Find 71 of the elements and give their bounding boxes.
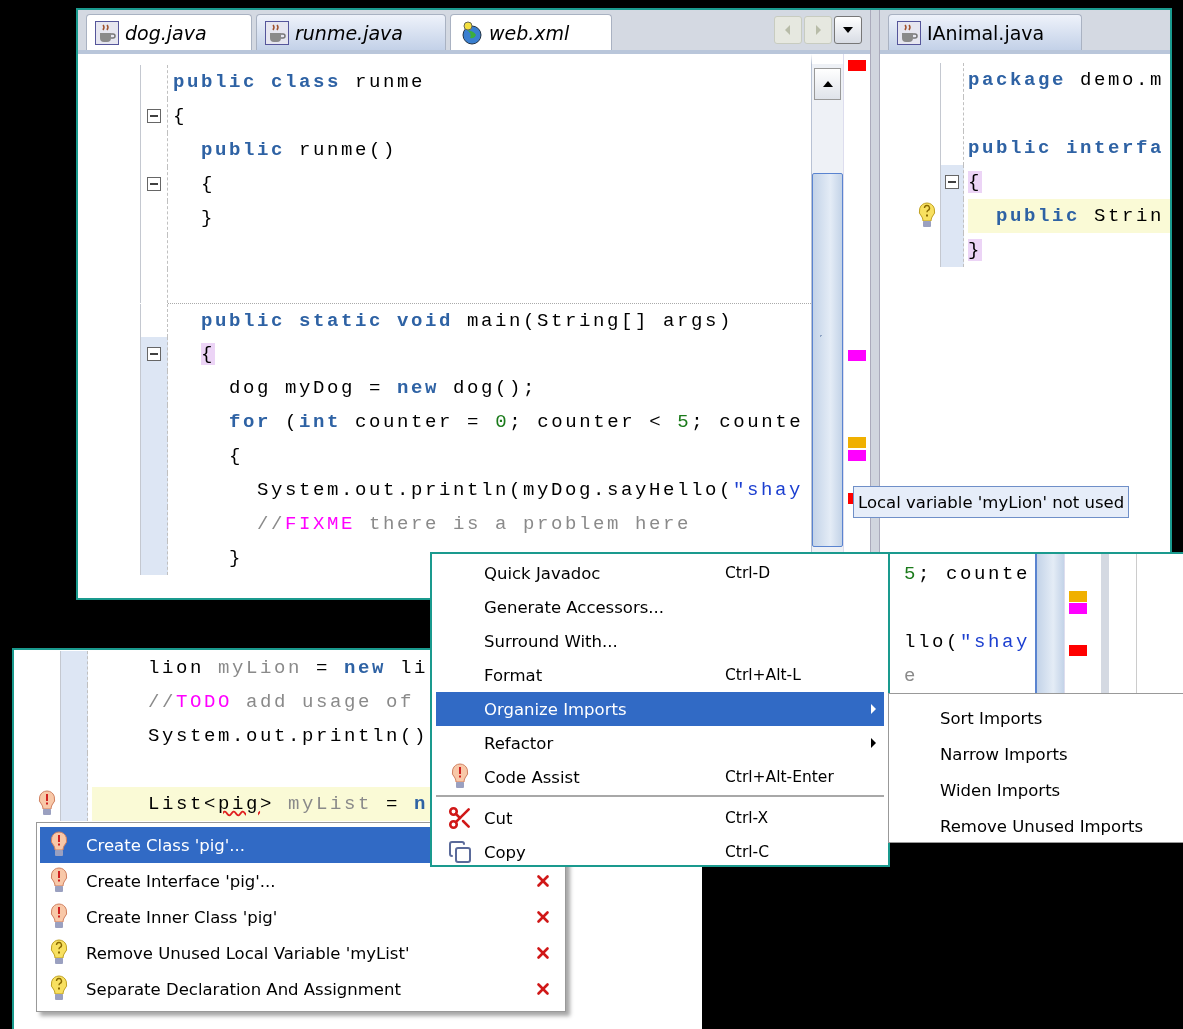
scrollbar-thumb[interactable]	[812, 173, 843, 547]
code-line: for (int counter = 0; counter < 5; counte	[228, 410, 804, 435]
editor-tab[interactable]: IAnimal.java	[888, 14, 1082, 50]
coffee-cup-icon	[897, 20, 921, 45]
error-stripe-marker[interactable]	[1069, 591, 1087, 602]
editor-tab[interactable]: web.xml	[450, 14, 612, 50]
lightbulb-icon[interactable]	[50, 867, 68, 895]
menu-item[interactable]: Code Assist Ctrl+Alt-Enter	[436, 760, 884, 794]
error-stripe-marker[interactable]	[848, 437, 866, 448]
cross-icon[interactable]	[534, 872, 552, 890]
error-stripe-marker[interactable]	[848, 450, 866, 461]
code-line: llo("shay	[904, 630, 1031, 655]
code-line: {	[228, 444, 244, 469]
lightbulb-icon[interactable]	[50, 903, 68, 931]
menu-item[interactable]: Format Ctrl+Alt-L	[436, 658, 884, 692]
globe-icon	[459, 20, 483, 45]
code-line: //TODO add usage of	[147, 690, 415, 715]
code-line: public static void main(String[] args)	[200, 309, 734, 334]
menu-item[interactable]: Organize Imports	[436, 692, 884, 726]
cross-icon[interactable]	[534, 980, 552, 998]
code-line: dog myDog = new dog();	[228, 376, 538, 401]
menu-item[interactable]: Widen Imports	[889, 772, 1183, 808]
error-stripe-marker[interactable]	[848, 60, 866, 71]
menu-item[interactable]: Quick Javadoc Ctrl-D	[436, 556, 884, 590]
fold-toggle-icon[interactable]	[147, 177, 161, 191]
coffee-cup-icon	[265, 20, 289, 45]
menu-item[interactable]: Remove Unused Imports	[889, 808, 1183, 844]
menu-item[interactable]: Sort Imports	[889, 700, 1183, 736]
lightbulb-icon[interactable]	[918, 202, 936, 230]
code-line: e	[904, 664, 918, 689]
editor-tab[interactable]: runme.java	[256, 14, 446, 50]
menu-item[interactable]: Narrow Imports	[889, 736, 1183, 772]
editor-tab[interactable]: dog.java	[86, 14, 252, 50]
code-line: lion myLion = new li	[147, 656, 429, 681]
menu-item[interactable]: Refactor	[436, 726, 884, 760]
code-line: {	[173, 104, 187, 129]
cross-icon[interactable]	[534, 908, 552, 926]
code-line: {	[200, 172, 216, 197]
code-line: package demo.m	[968, 68, 1165, 93]
error-stripe-marker[interactable]	[1069, 645, 1087, 656]
lightbulb-icon[interactable]	[50, 831, 68, 859]
code-line: System.out.println(myDog.sayHello("shay	[256, 478, 804, 503]
lightbulb-icon[interactable]	[451, 763, 469, 791]
code-line: public class runme	[173, 70, 426, 95]
coffee-cup-icon	[95, 20, 119, 45]
fold-toggle-icon[interactable]	[945, 175, 959, 189]
menu-item[interactable]: Surround With...	[436, 624, 884, 658]
code-line: //FIXME there is a problem here	[256, 512, 692, 537]
fold-toggle-icon[interactable]	[147, 347, 161, 361]
scroll-up-button[interactable]	[814, 68, 841, 100]
error-stripe-marker[interactable]	[848, 350, 866, 361]
code-line: public interfa	[968, 136, 1165, 161]
menu-item[interactable]: Generate Accessors...	[436, 590, 884, 624]
lightbulb-icon[interactable]	[38, 790, 56, 818]
error-stripe-marker[interactable]	[1069, 603, 1087, 614]
copy-icon	[448, 840, 472, 864]
quick-fix-item[interactable]: Separate Declaration And Assignment	[40, 971, 562, 1007]
code-line: public runme()	[200, 138, 398, 163]
quick-fix-item[interactable]: Remove Unused Local Variable 'myList'	[40, 935, 562, 971]
code-line: }	[200, 206, 216, 231]
tab-scroll-button[interactable]	[834, 16, 862, 44]
code-line: System.out.println()	[147, 724, 429, 749]
cross-icon[interactable]	[534, 944, 552, 962]
lightbulb-icon[interactable]	[50, 975, 68, 1003]
fold-toggle-icon[interactable]	[147, 109, 161, 123]
tooltip: Local variable 'myLion' not used	[853, 486, 1130, 518]
code-line: }	[228, 546, 244, 571]
lightbulb-icon[interactable]	[50, 939, 68, 967]
code-line: 5; counte	[904, 562, 1031, 587]
scissors-icon	[447, 805, 473, 831]
quick-fix-item[interactable]: Create Inner Class 'pig'	[40, 899, 562, 935]
